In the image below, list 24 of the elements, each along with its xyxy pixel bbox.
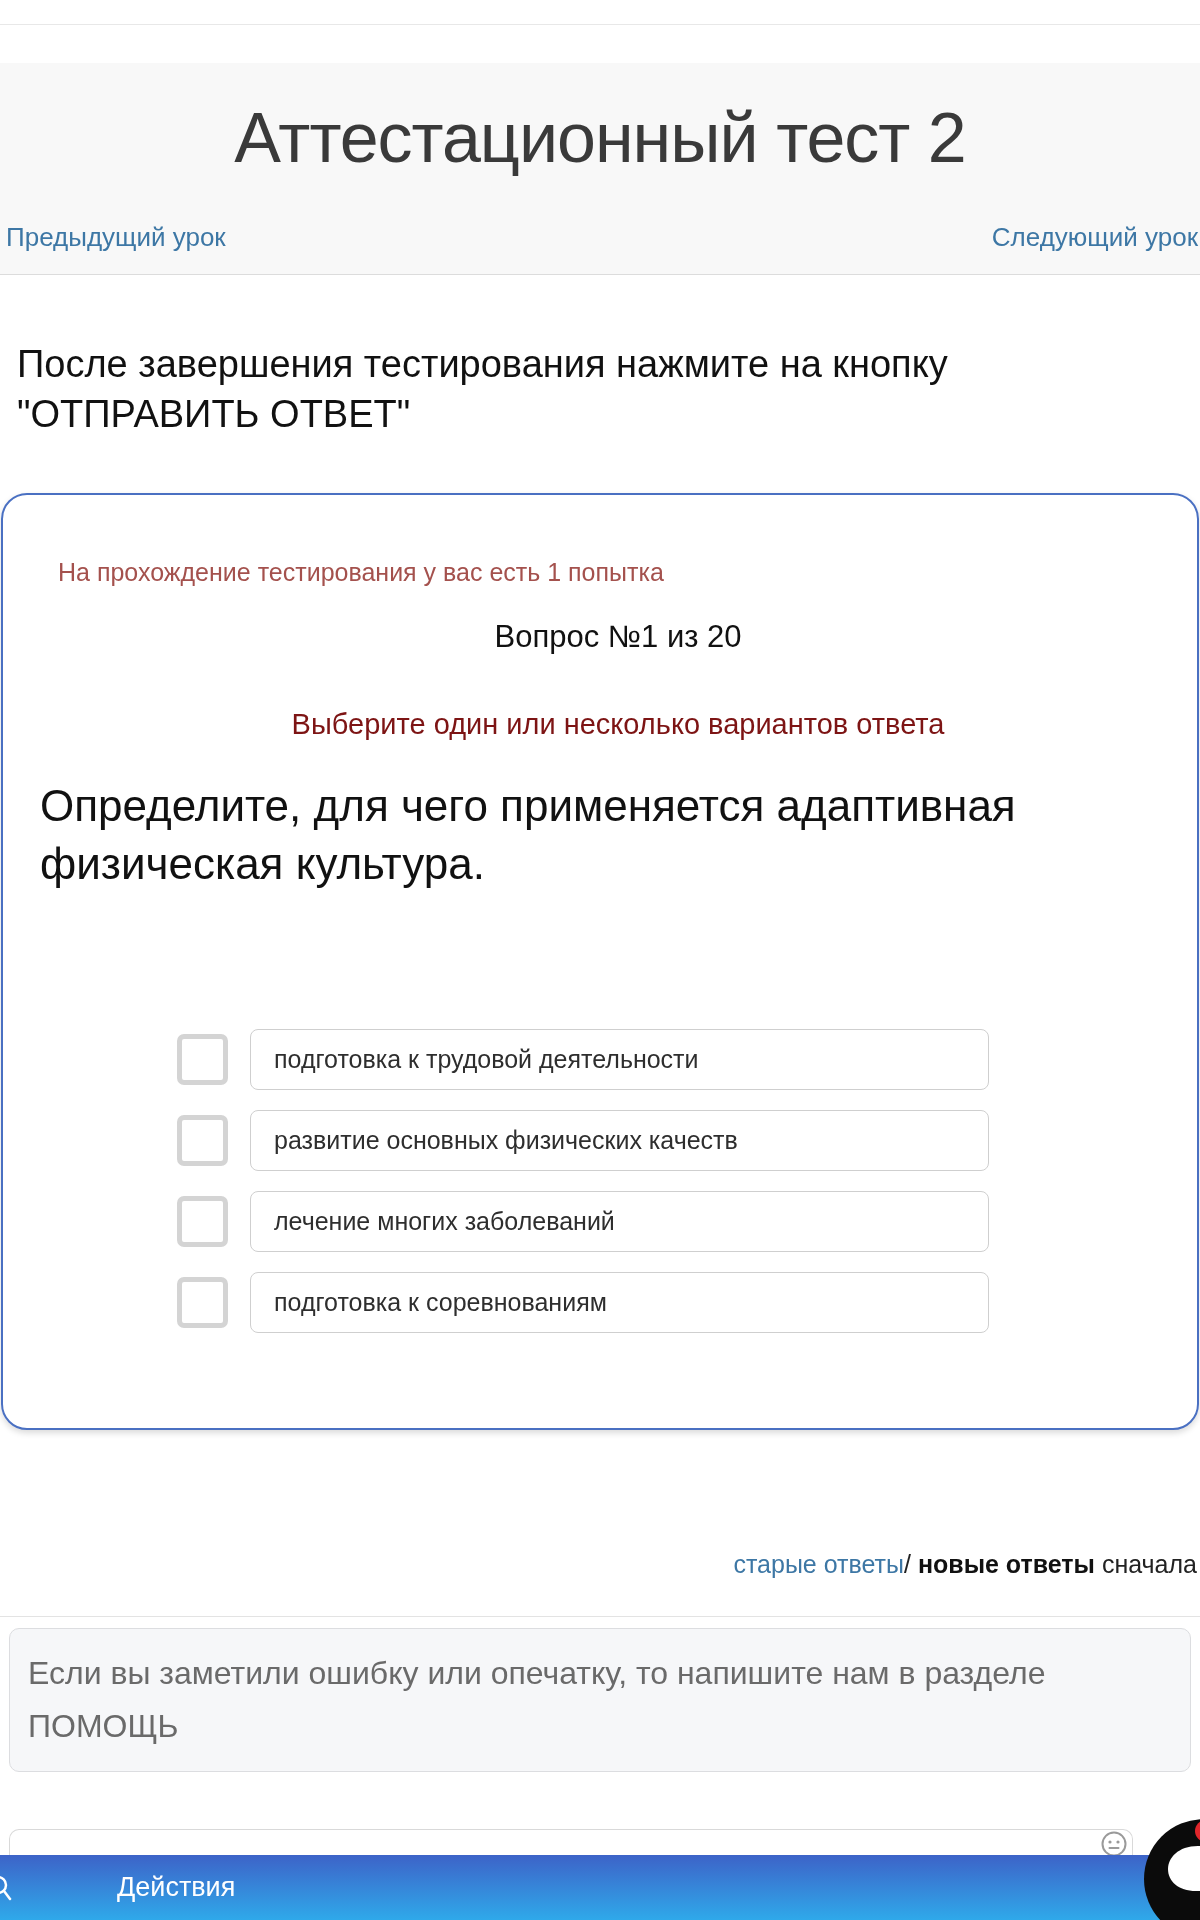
page-title: Аттестационный тест 2 xyxy=(233,98,967,178)
sort-suffix-text: сначала xyxy=(1101,1550,1197,1578)
checkbox[interactable] xyxy=(177,1196,228,1247)
answer-option[interactable]: лечение многих заболеваний xyxy=(250,1191,989,1252)
sort-option-link[interactable]: старые ответы xyxy=(733,1550,904,1578)
answer-hint: Выберите один или несколько вариантов ответа xyxy=(290,707,946,742)
smiley-icon[interactable] xyxy=(1101,1831,1127,1857)
checkbox[interactable] xyxy=(177,1277,228,1328)
instruction-heading: После завершения тестирования нажмите на кнопку "ОТПРАВИТЬ ОТВЕТ" xyxy=(16,342,949,437)
notice-text: Если вы заметили ошибку или опечатку, то напишите нам в разделе ПОМОЩЬ xyxy=(28,1655,1046,1744)
sort-option-link[interactable]: новые ответы xyxy=(917,1550,1095,1578)
answer-option[interactable]: подготовка к соревнованиям xyxy=(250,1272,989,1333)
attempts-note: На прохождение тестирования у вас есть 1 попытка xyxy=(57,557,665,588)
question-counter: Вопрос №1 из 20 xyxy=(493,618,743,656)
actions-button[interactable]: Действия xyxy=(117,1872,236,1903)
previous-lesson-link[interactable]: Предыдущий урок xyxy=(6,221,226,253)
question-text: Определите, для чего применяется адаптивная физическая культура. xyxy=(40,780,1017,890)
next-lesson-link[interactable]: Следующий урок xyxy=(991,221,1198,253)
search-icon[interactable] xyxy=(0,1875,12,1903)
checkbox[interactable] xyxy=(177,1034,228,1085)
sort-separator: / xyxy=(904,1550,911,1578)
answer-option[interactable]: подготовка к трудовой деятельности xyxy=(250,1029,989,1090)
checkbox[interactable] xyxy=(177,1115,228,1166)
answer-option[interactable]: развитие основных физических качеств xyxy=(250,1110,989,1171)
